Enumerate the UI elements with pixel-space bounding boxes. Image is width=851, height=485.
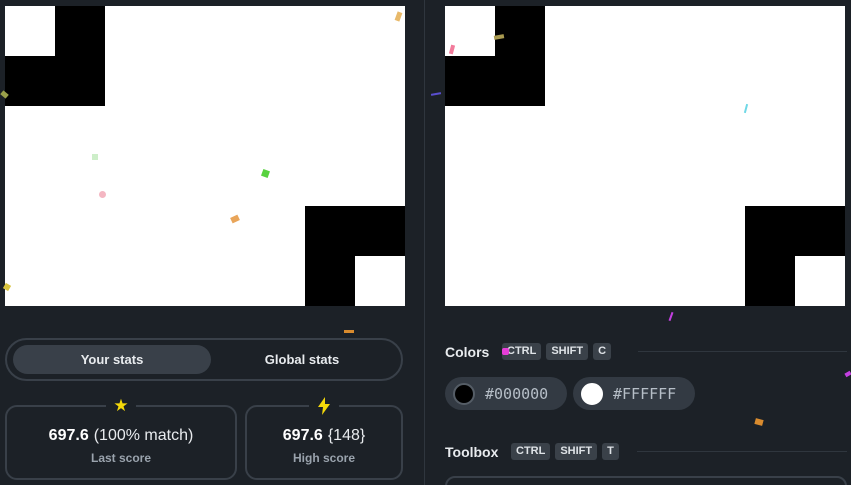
shortcut-key-shift: SHIFT: [546, 343, 589, 360]
color-dot-white: [581, 382, 603, 405]
target-pixel-block: [495, 6, 545, 106]
confetti-piece: [92, 154, 98, 160]
shortcut-key-t: T: [602, 443, 619, 460]
target-pixel-block: [745, 256, 795, 306]
toolbox-shortcut: CTRL SHIFT T: [511, 443, 619, 460]
confetti-piece: [99, 191, 106, 198]
shortcut-key-ctrl: CTRL: [511, 443, 551, 460]
confetti-piece: [844, 370, 851, 378]
high-score-count: {148}: [327, 427, 366, 444]
target-pixel-block: [745, 206, 845, 256]
last-score-label: Last score: [90, 451, 152, 465]
colors-title: Colors: [445, 344, 490, 360]
confetti-piece: [344, 330, 354, 333]
global-stats-tab[interactable]: Global stats: [207, 345, 397, 374]
panel-divider: [424, 0, 425, 485]
canvas-pixel-block: [305, 206, 405, 256]
star-icon: ★: [106, 395, 136, 417]
toolbox-title: Toolbox: [445, 444, 499, 460]
high-score-label: High score: [292, 451, 355, 465]
target-pixel-block: [445, 56, 495, 106]
confetti-piece: [754, 418, 764, 426]
high-score-card: 697.6 {148} High score: [245, 395, 403, 480]
last-score-value: 697.6: [48, 427, 89, 444]
canvas-pixel-block: [305, 256, 355, 306]
shortcut-key-c: C: [593, 343, 612, 360]
high-score-value-row: 697.6 {148}: [247, 427, 401, 445]
stats-toggle: Your stats Global stats: [5, 338, 403, 381]
color-swatch-black[interactable]: #000000: [445, 377, 567, 410]
color-hex-white: #FFFFFF: [613, 384, 677, 403]
lightning-icon: [309, 395, 339, 417]
last-score-match: (100% match): [93, 427, 194, 444]
toolbox-divider-line: [637, 451, 847, 452]
shortcut-key-shift: SHIFT: [555, 443, 598, 460]
confetti-piece: [430, 92, 442, 96]
confetti-piece: [502, 348, 509, 355]
color-swatch-white[interactable]: #FFFFFF: [573, 377, 695, 410]
colors-divider-line: [638, 351, 847, 352]
color-hex-black: #000000: [485, 384, 549, 403]
confetti-piece: [668, 311, 674, 322]
toolbox-panel: [445, 476, 847, 485]
canvas-pixel-block: [5, 56, 55, 106]
colors-shortcut: CTRL SHIFT C: [502, 343, 612, 360]
color-dot-black: [453, 382, 475, 405]
last-score-card: ★ 697.6 (100% match) Last score: [5, 395, 237, 480]
canvas-pixel-block: [55, 6, 105, 106]
last-score-value-row: 697.6 (100% match): [7, 427, 235, 445]
target-canvas: [445, 6, 845, 306]
drawing-canvas[interactable]: [5, 6, 405, 306]
your-stats-tab[interactable]: Your stats: [13, 345, 211, 374]
high-score-value: 697.6: [282, 427, 323, 444]
